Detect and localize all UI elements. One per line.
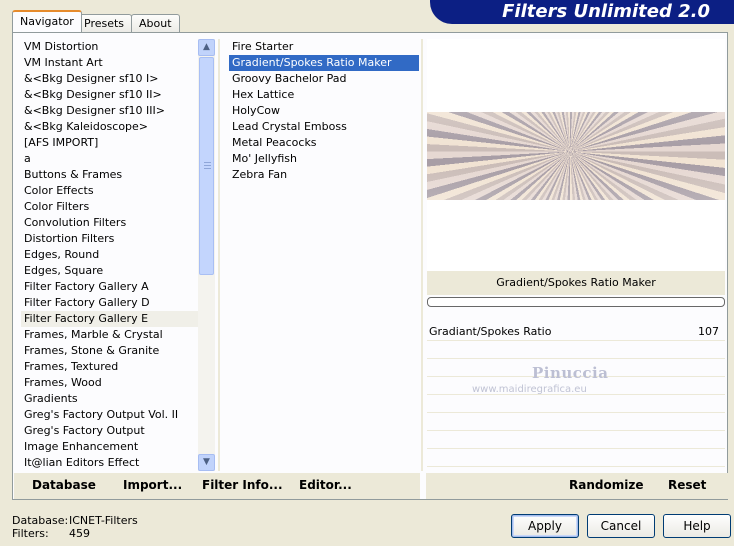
filter-item[interactable]: Gradient/Spokes Ratio Maker xyxy=(229,55,419,71)
tab-navigator[interactable]: Navigator xyxy=(12,10,82,32)
category-item[interactable]: Convolution Filters xyxy=(21,215,201,231)
category-item[interactable]: Buttons & Frames xyxy=(21,167,201,183)
category-item[interactable]: Gradients xyxy=(21,391,201,407)
category-item[interactable]: &<Bkg Designer sf10 I> xyxy=(21,71,201,87)
filter-preview-image xyxy=(427,112,725,200)
preview-area xyxy=(427,39,725,271)
left-toolbar: Database Import... Filter Info... Editor… xyxy=(14,473,420,499)
category-item[interactable]: Color Effects xyxy=(21,183,201,199)
param-row-empty xyxy=(427,341,725,359)
filter-item[interactable]: Hex Lattice xyxy=(229,87,419,103)
preview-filter-name: Gradient/Spokes Ratio Maker xyxy=(427,271,725,295)
category-item[interactable]: Frames, Textured xyxy=(21,359,201,375)
category-item[interactable]: Frames, Stone & Granite xyxy=(21,343,201,359)
category-item[interactable]: Filter Factory Gallery A xyxy=(21,279,201,295)
category-item[interactable]: Color Filters xyxy=(21,199,201,215)
randomize-button[interactable]: Randomize xyxy=(569,478,643,492)
param-row-empty xyxy=(427,413,725,431)
filter-list[interactable]: Fire Starter Gradient/Spokes Ratio Maker G… xyxy=(229,39,419,471)
category-item[interactable]: Distortion Filters xyxy=(21,231,201,247)
editor-button[interactable]: Editor... xyxy=(299,478,352,492)
param-row-empty xyxy=(427,431,725,449)
category-item[interactable]: Greg's Factory Output xyxy=(21,423,201,439)
filter-item[interactable]: Zebra Fan xyxy=(229,167,419,183)
scroll-down-button[interactable]: ▼ xyxy=(198,454,215,471)
param-row-empty xyxy=(427,395,725,413)
filter-item[interactable]: Groovy Bachelor Pad xyxy=(229,71,419,87)
status-database-label: Database: xyxy=(12,514,69,527)
param-value: 107 xyxy=(698,325,719,338)
grip-line xyxy=(204,162,211,163)
category-item[interactable]: Image Enhancement xyxy=(21,439,201,455)
param-label: Gradiant/Spokes Ratio xyxy=(429,325,552,338)
parameter-list: Gradiant/Spokes Ratio 107 xyxy=(427,323,725,473)
filter-info-button[interactable]: Filter Info... xyxy=(202,478,283,492)
status-database-value: ICNET-Filters xyxy=(69,514,138,527)
category-item[interactable]: Filter Factory Gallery D xyxy=(21,295,201,311)
category-item[interactable]: [AFS IMPORT] xyxy=(21,135,201,151)
category-item[interactable]: Frames, Wood xyxy=(21,375,201,391)
category-item[interactable]: &<Bkg Kaleidoscope> xyxy=(21,119,201,135)
tab-about[interactable]: About xyxy=(131,14,180,32)
category-item[interactable]: Filter Factory Gallery E xyxy=(21,311,201,327)
category-item[interactable]: a xyxy=(21,151,201,167)
category-item[interactable]: VM Distortion xyxy=(21,39,201,55)
progress-bar xyxy=(427,297,725,307)
filter-item[interactable]: Metal Peacocks xyxy=(229,135,419,151)
list-divider xyxy=(218,39,220,471)
category-item[interactable]: &<Bkg Designer sf10 II> xyxy=(21,87,201,103)
category-item[interactable]: Frames, Marble & Crystal xyxy=(21,327,201,343)
filter-item[interactable]: Lead Crystal Emboss xyxy=(229,119,419,135)
status-filters-label: Filters: xyxy=(12,527,49,540)
filter-item[interactable]: HolyCow xyxy=(229,103,419,119)
tab-presets[interactable]: Presets xyxy=(76,14,133,32)
apply-button[interactable]: Apply xyxy=(511,514,579,538)
scroll-thumb[interactable] xyxy=(199,57,214,275)
help-button[interactable]: Help xyxy=(663,514,731,538)
category-item[interactable]: It@lian Editors Effect xyxy=(21,455,201,471)
watermark-url: www.maidiregrafica.eu xyxy=(472,384,587,395)
navigator-panel: VM Distortion VM Instant Art &<Bkg Designe… xyxy=(12,32,728,500)
category-item[interactable]: VM Instant Art xyxy=(21,55,201,71)
param-row-empty xyxy=(427,449,725,467)
right-toolbar: Randomize Reset xyxy=(426,473,728,499)
import-button[interactable]: Import... xyxy=(123,478,182,492)
status-filters-value: 459 xyxy=(69,527,90,540)
category-list[interactable]: VM Distortion VM Instant Art &<Bkg Designe… xyxy=(21,39,201,471)
reset-button[interactable]: Reset xyxy=(668,478,706,492)
watermark-name: Pinuccia xyxy=(532,364,609,382)
category-item[interactable]: &<Bkg Designer sf10 III> xyxy=(21,103,201,119)
cancel-button[interactable]: Cancel xyxy=(587,514,655,538)
filter-item[interactable]: Mo' Jellyfish xyxy=(229,151,419,167)
category-item[interactable]: Greg's Factory Output Vol. II xyxy=(21,407,201,423)
scroll-up-button[interactable]: ▲ xyxy=(198,39,215,56)
grip-line xyxy=(204,168,211,169)
param-row[interactable]: Gradiant/Spokes Ratio 107 xyxy=(427,323,725,341)
category-item[interactable]: Edges, Round xyxy=(21,247,201,263)
filter-item[interactable]: Fire Starter xyxy=(229,39,419,55)
database-button[interactable]: Database xyxy=(32,478,96,492)
grip-line xyxy=(204,165,211,166)
category-item[interactable]: Edges, Square xyxy=(21,263,201,279)
list-divider xyxy=(421,39,423,471)
category-scrollbar[interactable]: ▲ ▼ xyxy=(198,39,215,471)
app-title-banner: Filters Unlimited 2.0 xyxy=(430,0,734,24)
